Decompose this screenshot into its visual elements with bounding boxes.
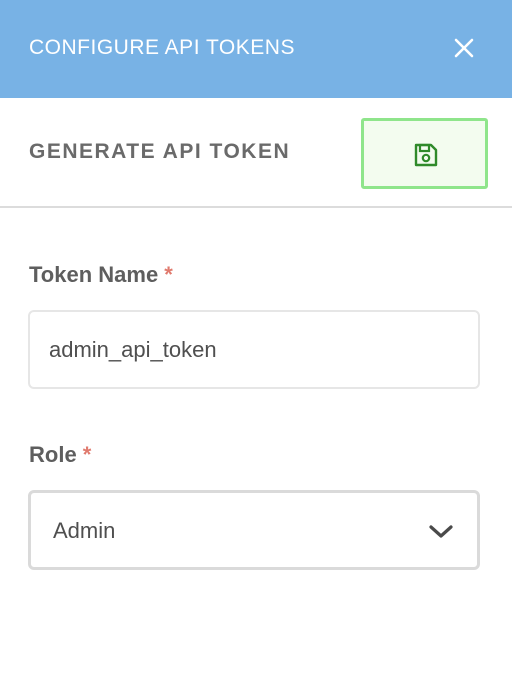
section-header: GENERATE API TOKEN xyxy=(0,98,512,208)
save-button[interactable] xyxy=(361,118,488,189)
token-name-label-text: Token Name xyxy=(29,262,159,287)
role-label: Role * xyxy=(29,441,91,469)
role-select[interactable]: Admin xyxy=(28,490,480,570)
close-button[interactable] xyxy=(448,32,480,64)
close-icon xyxy=(454,38,474,58)
api-token-panel: CONFIGURE API TOKENS GENERATE API TOKEN … xyxy=(0,0,512,694)
floppy-disk-icon xyxy=(414,143,438,167)
section-title: GENERATE API TOKEN xyxy=(29,140,291,163)
role-selected-value: Admin xyxy=(53,518,116,543)
required-marker: * xyxy=(164,262,173,287)
required-marker: * xyxy=(82,442,92,467)
panel-header: CONFIGURE API TOKENS xyxy=(0,0,512,98)
token-name-label: Token Name * xyxy=(29,261,173,289)
chevron-down-icon xyxy=(429,525,453,538)
token-name-input[interactable] xyxy=(28,310,480,389)
panel-title: CONFIGURE API TOKENS xyxy=(29,36,295,59)
role-label-text: Role xyxy=(29,442,77,467)
